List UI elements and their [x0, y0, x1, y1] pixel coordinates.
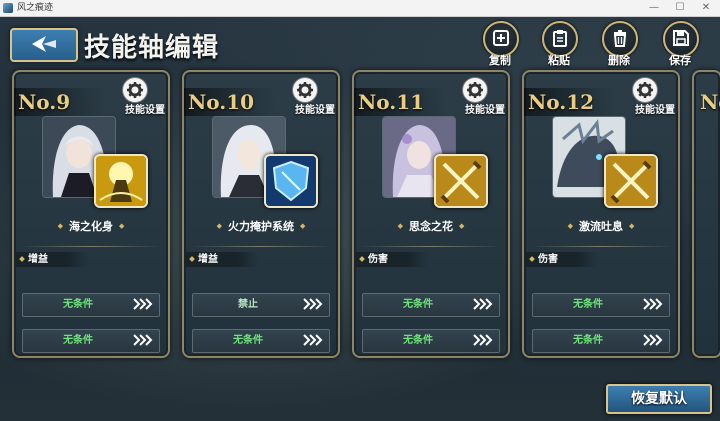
- condition-slot-1[interactable]: 禁止: [192, 293, 330, 317]
- gear-icon: [467, 82, 483, 98]
- back-button[interactable]: [10, 28, 78, 62]
- gear-icon: [297, 82, 313, 98]
- game-stage: 技能轴编辑 复制 粘贴 删除 保存 No.9 技能设置 ◆ 海之化身 ◆ 增益 …: [0, 17, 720, 421]
- reset-label: 恢复默认: [631, 391, 687, 407]
- chevrons-right-icon: [133, 298, 153, 310]
- skill-setting-button[interactable]: [122, 77, 148, 103]
- skill-icon: [94, 154, 148, 208]
- minimize-button[interactable]: —: [640, 0, 668, 16]
- condition-text: 无条件: [573, 335, 603, 346]
- save-icon: [673, 30, 689, 46]
- condition-text: 无条件: [63, 299, 93, 310]
- copy-label: 复制: [489, 54, 511, 67]
- window-title: 风之痕迹: [17, 3, 54, 13]
- chevrons-right-icon: [303, 298, 323, 310]
- skill-card-12[interactable]: No.12 技能设置 ◆ 激流吐息 ◆ 伤害 无条件 无条件: [522, 70, 680, 358]
- gear-icon: [637, 82, 653, 98]
- condition-slot-2[interactable]: 无条件: [362, 329, 500, 353]
- card-number: No.11: [358, 90, 425, 114]
- condition-slot-1[interactable]: 无条件: [22, 293, 160, 317]
- skill-setting-label: 技能设置: [295, 105, 335, 116]
- condition-text: 无条件: [403, 335, 433, 346]
- card-number: No.9: [18, 90, 71, 114]
- gear-icon: [127, 82, 143, 98]
- skill-type-tag: 增益: [16, 252, 88, 267]
- save-button[interactable]: 保存: [660, 21, 700, 67]
- skill-name: ◆ 海之化身 ◆: [57, 220, 125, 233]
- paste-button[interactable]: 粘贴: [539, 21, 579, 67]
- condition-text: 无条件: [63, 335, 93, 346]
- app-icon: [3, 3, 13, 13]
- skill-setting-label: 技能设置: [635, 105, 675, 116]
- skill-name: ◆ 激流吐息 ◆: [567, 220, 635, 233]
- window-titlebar: 风之痕迹 — ☐ ✕: [0, 0, 720, 17]
- copy-button[interactable]: 复制: [480, 21, 520, 67]
- card-number: No: [700, 90, 720, 114]
- chevrons-right-icon: [473, 334, 493, 346]
- page-title: 技能轴编辑: [84, 33, 220, 63]
- card-number: No.10: [188, 90, 255, 114]
- skill-type-tag: 伤害: [356, 252, 428, 267]
- chevrons-right-icon: [473, 298, 493, 310]
- condition-slot-1[interactable]: 无条件: [362, 293, 500, 317]
- paste-icon: [553, 30, 567, 47]
- skill-card-partial[interactable]: No: [692, 70, 720, 358]
- condition-slot-2[interactable]: 无条件: [192, 329, 330, 353]
- condition-text: 无条件: [403, 299, 433, 310]
- skill-card-11[interactable]: No.11 技能设置 ◆ 思念之花 ◆ 伤害 无条件 无条件: [352, 70, 510, 358]
- paste-label: 粘贴: [548, 54, 570, 67]
- skill-icon: [434, 154, 488, 208]
- skill-icon: [604, 154, 658, 208]
- condition-text: 无条件: [233, 335, 263, 346]
- skill-setting-button[interactable]: [292, 77, 318, 103]
- condition-text: 禁止: [238, 299, 258, 310]
- arrow-left-icon: [32, 36, 56, 52]
- reset-default-button[interactable]: 恢复默认: [606, 384, 712, 414]
- skill-setting-button[interactable]: [462, 77, 488, 103]
- skill-card-9[interactable]: No.9 技能设置 ◆ 海之化身 ◆ 增益 无条件 无条件: [12, 70, 170, 358]
- skill-icon: [264, 154, 318, 208]
- skill-setting-label: 技能设置: [125, 105, 165, 116]
- chevrons-right-icon: [643, 298, 663, 310]
- delete-button[interactable]: 删除: [599, 21, 639, 67]
- card-number: No.12: [528, 90, 595, 114]
- skill-setting-button[interactable]: [632, 77, 658, 103]
- skill-name: ◆ 火力掩护系统 ◆: [216, 220, 306, 233]
- save-label: 保存: [669, 54, 691, 67]
- chevrons-right-icon: [133, 334, 153, 346]
- skill-card-10[interactable]: No.10 技能设置 ◆ 火力掩护系统 ◆ 增益 禁止 无条件: [182, 70, 340, 358]
- delete-label: 删除: [608, 54, 630, 67]
- condition-text: 无条件: [573, 299, 603, 310]
- trash-icon: [613, 30, 627, 47]
- condition-slot-1[interactable]: 无条件: [532, 293, 670, 317]
- skill-type-tag: 伤害: [526, 252, 598, 267]
- chevrons-right-icon: [643, 334, 663, 346]
- copy-icon: [493, 30, 509, 46]
- chevrons-right-icon: [303, 334, 323, 346]
- maximize-button[interactable]: ☐: [666, 0, 694, 16]
- skill-setting-label: 技能设置: [465, 105, 505, 116]
- skill-name: ◆ 思念之花 ◆: [397, 220, 465, 233]
- skill-type-tag: 增益: [186, 252, 258, 267]
- condition-slot-2[interactable]: 无条件: [22, 329, 160, 353]
- condition-slot-2[interactable]: 无条件: [532, 329, 670, 353]
- close-button[interactable]: ✕: [692, 0, 720, 16]
